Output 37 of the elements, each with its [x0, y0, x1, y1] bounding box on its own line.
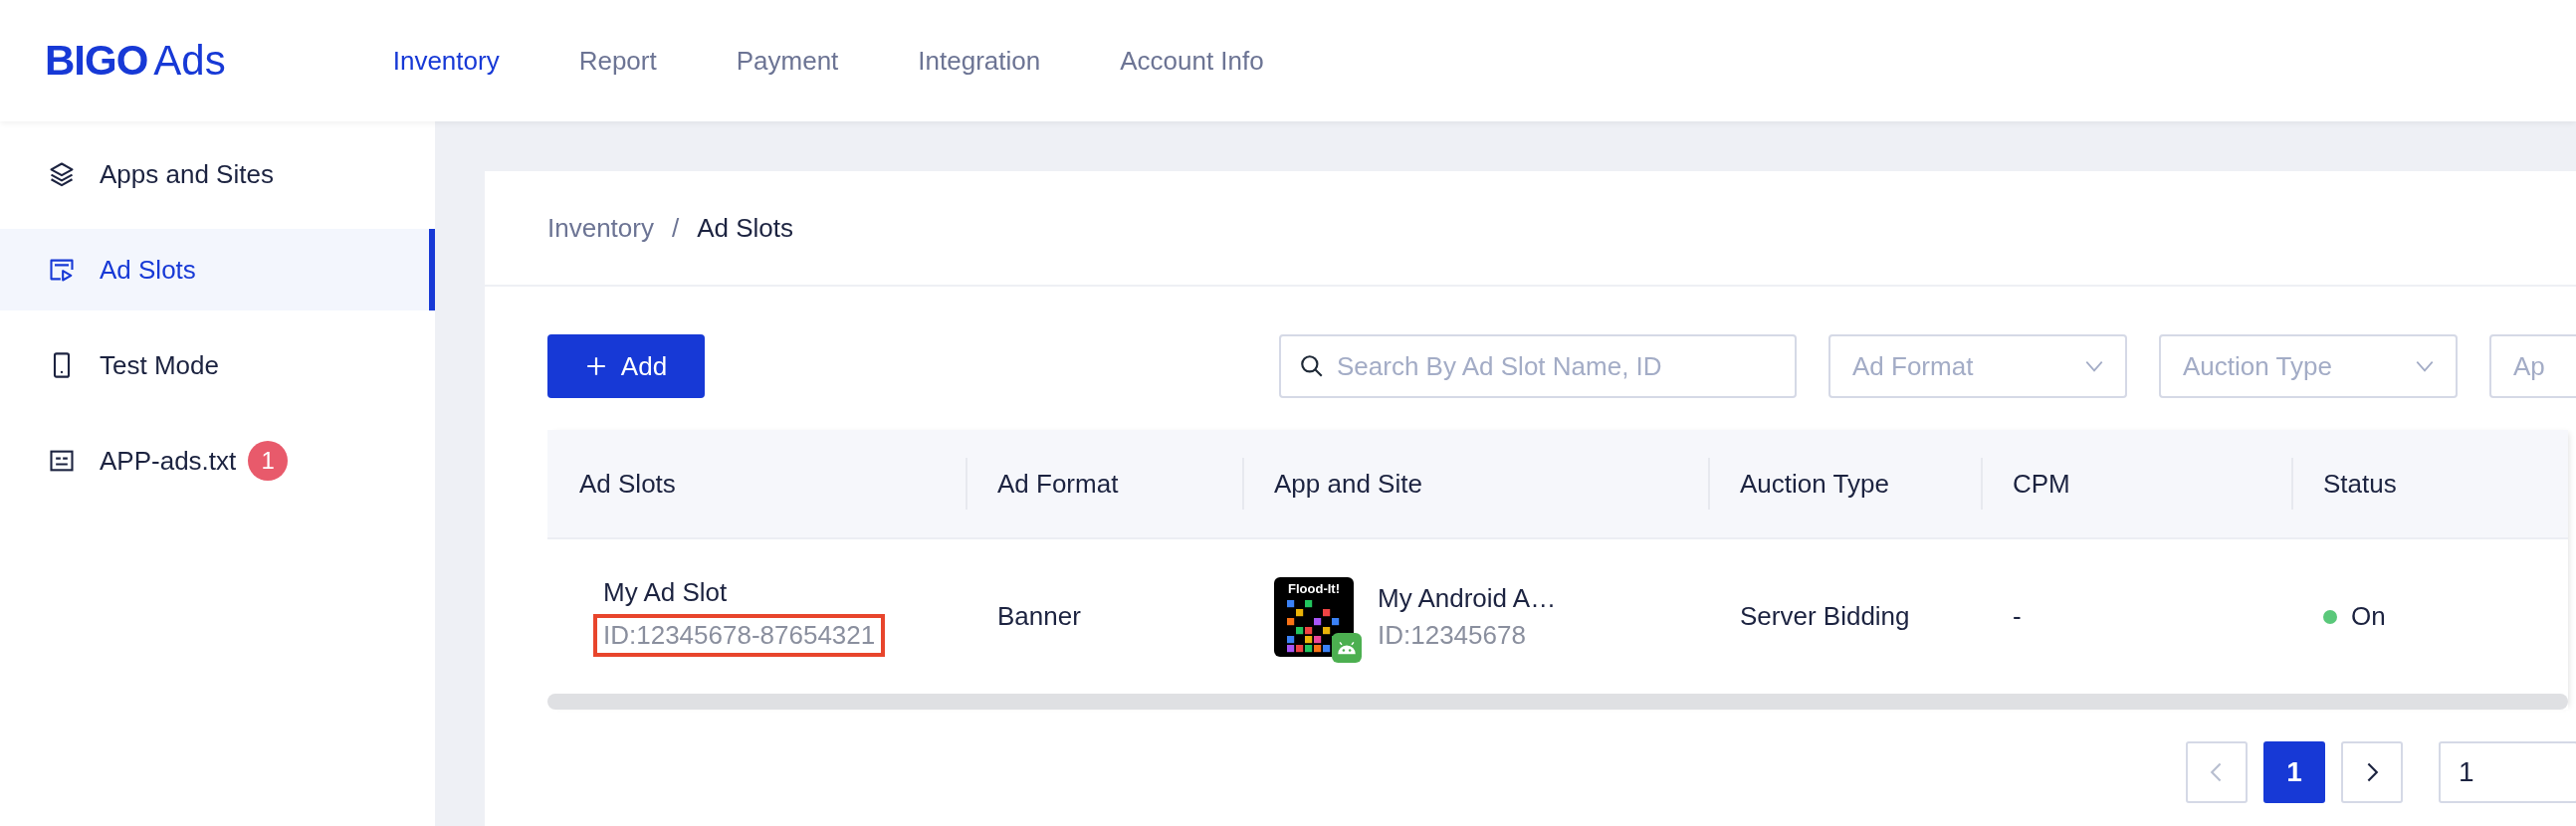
add-button[interactable]: Add [547, 334, 705, 398]
page-size-dropdown[interactable]: 1 [2439, 741, 2576, 803]
column-header: Status [2291, 458, 2568, 510]
app-name: My Android A… [1378, 582, 1557, 614]
breadcrumb-link[interactable]: Inventory [547, 212, 654, 244]
table-cell: Server Bidding [1740, 601, 1910, 632]
sidebar-item[interactable]: Test Mode [0, 324, 435, 406]
table-cell: Banner [997, 601, 1081, 632]
plus-icon [584, 355, 607, 377]
nav-tab[interactable]: Inventory [392, 45, 500, 77]
column-header: CPM [1981, 458, 2291, 510]
layers-icon [48, 160, 76, 188]
nav-tab[interactable]: Account Info [1120, 45, 1264, 77]
table-cell: My Ad Slot [603, 576, 728, 608]
count-badge: 1 [248, 441, 289, 481]
table-cell: - [2013, 601, 2022, 632]
logo[interactable]: BIGOAds [45, 37, 226, 85]
column-header: Ad Format [966, 458, 1242, 510]
sidebar-item[interactable]: Apps and Sites [0, 133, 435, 215]
breadcrumb-separator: / [671, 212, 680, 244]
search-field[interactable]: Search By Ad Slot Name, ID [1279, 334, 1797, 398]
nav-tab[interactable]: Integration [918, 45, 1041, 77]
next-page-button[interactable] [2341, 741, 2403, 803]
sidebar-item[interactable]: Ad Slots [0, 229, 435, 310]
nav-tab[interactable]: Report [578, 45, 657, 77]
page-button[interactable]: 1 [2263, 741, 2325, 803]
column-header: Ad Slots [578, 467, 677, 501]
column-header: App and Site [1242, 458, 1708, 510]
horizontal-scrollbar[interactable] [547, 694, 2568, 710]
breadcrumb-link[interactable]: Ad Slots [697, 212, 793, 244]
nav-tab[interactable]: Payment [736, 45, 839, 77]
status-label: On [2351, 601, 2386, 632]
slot-id: ID:12345678-87654321 [593, 613, 886, 657]
app-id: ID:12345678 [1378, 619, 1526, 651]
sidebar-item[interactable]: APP-ads.txt 1 [0, 420, 435, 502]
column-header: Auction Type [1708, 458, 1981, 510]
android-icon [1332, 632, 1362, 663]
